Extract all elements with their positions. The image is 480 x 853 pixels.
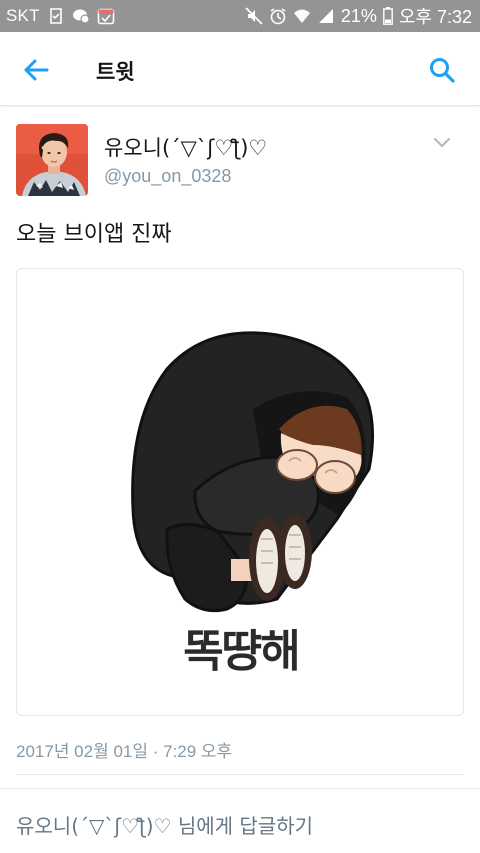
back-arrow-icon[interactable] — [22, 56, 50, 84]
shield-icon — [49, 8, 62, 24]
status-bar-left: SKT — [6, 0, 115, 32]
divider — [16, 774, 464, 775]
tweet-timestamp: 2017년 02월 01일 · 7:29 오후 — [16, 742, 233, 761]
status-bar: SKT 21% 오후 7:32 — [0, 0, 480, 32]
signal-icon — [318, 9, 333, 23]
battery-percent: 21% — [340, 5, 377, 26]
battery-icon — [382, 7, 393, 25]
wifi-icon — [293, 9, 310, 23]
carrier-label: SKT — [6, 6, 40, 25]
chat-icon — [72, 9, 90, 24]
sticker-caption: 똑땽해 — [183, 626, 300, 677]
tweet-media[interactable]: 똑땽해 — [16, 268, 464, 716]
tweet-text: 오늘 브이앱 진짜 — [16, 222, 172, 247]
reply-field[interactable]: 유오니(´▽`ʃ♡ƪ)♡ 님에게 답글하기 — [16, 810, 313, 839]
mute-icon — [245, 7, 263, 25]
clock: 오후 7:32 — [398, 7, 472, 27]
calendar-icon — [97, 8, 114, 25]
alarm-icon — [270, 8, 286, 25]
app-bar: 트윗 — [0, 32, 480, 106]
display-name[interactable]: 유오니(´▽`ʃ♡ƪ)♡ — [104, 132, 267, 162]
page-title: 트윗 — [96, 60, 135, 84]
avatar[interactable] — [16, 124, 88, 196]
user-handle[interactable]: @you_on_0328 — [104, 166, 231, 187]
divider — [0, 788, 480, 789]
status-bar-right: 21% 오후 7:32 — [245, 0, 472, 32]
chevron-down-icon[interactable] — [432, 135, 452, 151]
search-icon[interactable] — [428, 56, 456, 84]
